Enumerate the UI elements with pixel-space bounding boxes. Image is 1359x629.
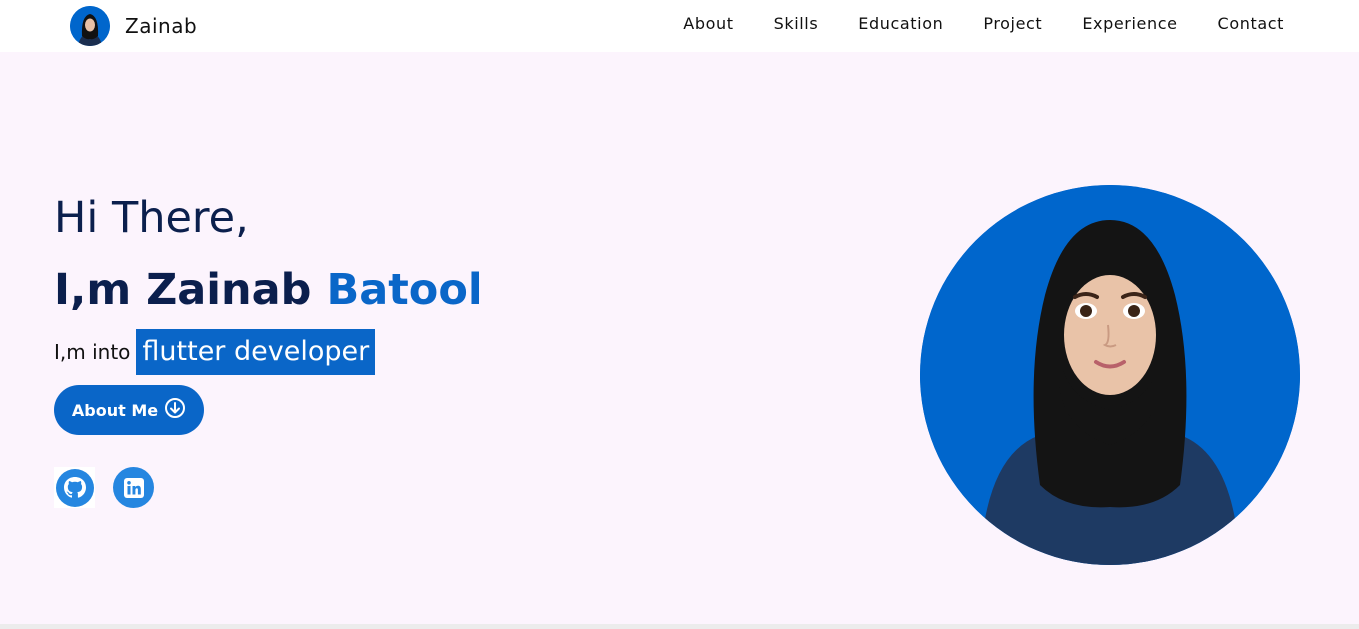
social-links — [54, 467, 154, 508]
page-divider — [0, 624, 1359, 629]
nav-skills[interactable]: Skills — [774, 14, 819, 33]
nav-education[interactable]: Education — [858, 14, 943, 33]
role-highlight: flutter developer — [136, 329, 376, 375]
about-me-label: About Me — [71, 400, 159, 420]
hero-role: I,m into flutter developer — [54, 329, 376, 375]
hero-greeting: Hi There, — [54, 193, 249, 243]
profile-portrait — [920, 185, 1300, 565]
hero-name-prefix: I,m Zainab — [54, 265, 327, 315]
nav-about[interactable]: About — [683, 14, 733, 33]
hero-name: I,m Zainab Batool — [54, 262, 483, 318]
nav-links: About Skills Education Project Experienc… — [683, 14, 1284, 33]
nav-experience[interactable]: Experience — [1082, 14, 1177, 33]
nav-contact[interactable]: Contact — [1218, 14, 1284, 33]
nav-project[interactable]: Project — [983, 14, 1042, 33]
arrow-down-circle-icon — [164, 397, 186, 423]
about-me-button[interactable]: About Me — [54, 385, 204, 435]
role-prefix: I,m into — [54, 340, 131, 364]
brand-name: Zainab — [125, 14, 198, 38]
brand[interactable]: Zainab — [70, 6, 197, 46]
avatar-icon — [70, 6, 110, 46]
linkedin-icon[interactable] — [113, 467, 154, 508]
hero-name-accent: Batool — [326, 265, 483, 315]
navbar: Zainab About Skills Education Project Ex… — [0, 0, 1359, 52]
github-icon[interactable] — [54, 467, 95, 508]
